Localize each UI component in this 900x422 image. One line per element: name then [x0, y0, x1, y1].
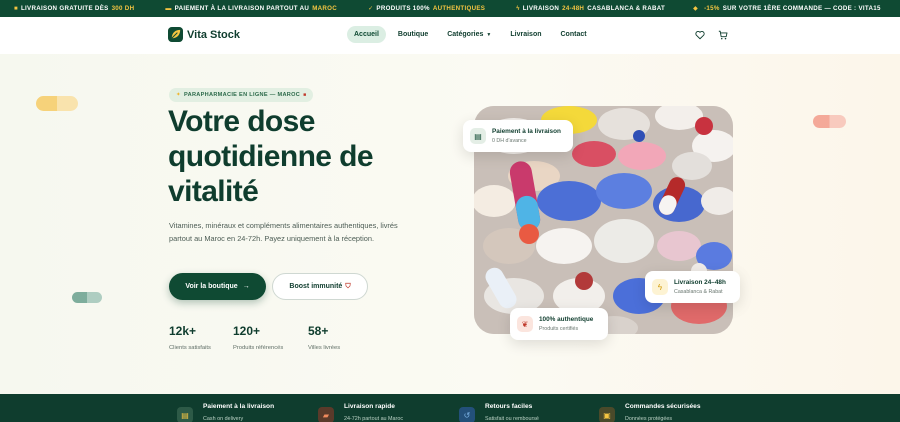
- chevron-down-icon: ▼: [486, 31, 492, 38]
- lock-icon: ▣: [599, 407, 615, 422]
- ticker-item: ✓ PRODUITS 100% AUTHENTIQUES: [368, 5, 486, 12]
- hero-title: Votre dose quotidienne de vitalité: [168, 105, 374, 208]
- return-icon: ↺: [459, 407, 475, 422]
- announcement-ticker: ■ LIVRAISON GRATUITE DÈS 300 DH ▬ PAIEMENT …: [0, 0, 900, 17]
- hero-description: Vitamines, minéraux et compléments alime…: [169, 221, 398, 243]
- payment-on-delivery-card: ▤ Paiement à la livraison 0 DH d'avance: [463, 120, 573, 152]
- check-icon: ✓: [368, 6, 374, 12]
- decorative-pill-coral: [813, 115, 846, 128]
- header-actions: [695, 30, 728, 40]
- stat-products: 120+ Produits référencés: [233, 324, 284, 351]
- decorative-pill-green: [72, 292, 102, 303]
- cash-icon: ▬: [165, 5, 172, 12]
- ticker-item: ϟ LIVRAISON 24-48H CASABLANCA & RABAT: [516, 5, 666, 12]
- main-nav: Accueil Boutique Catégories ▼ Livraison C…: [347, 26, 599, 43]
- brand-name-part1: Vita: [187, 28, 207, 41]
- feature-easy-returns: ↺ Retours faciles Satisfait ou remboursé: [459, 403, 539, 422]
- ticker-item: ◆ -15% SUR VOTRE 1ÈRE COMMANDE — CODE : VI…: [693, 5, 881, 12]
- brand-name-part2: Stock: [209, 28, 240, 41]
- leaf-logo-icon: [168, 27, 183, 42]
- nav-delivery[interactable]: Livraison: [503, 26, 548, 43]
- nav-categories-label: Catégories: [447, 31, 484, 38]
- arrow-right-icon: →: [242, 283, 250, 290]
- leaf-icon: ❦: [517, 316, 533, 332]
- stat-cities: 58+ Villes livrées: [308, 324, 341, 351]
- nav-contact[interactable]: Contact: [554, 26, 594, 43]
- fast-delivery-card: ϟ Livraison 24–48h Casablanca & Rabat: [645, 271, 740, 303]
- heart-icon[interactable]: [695, 30, 705, 40]
- authentic-products-card: ❦ 100% authentique Produits certifiés: [510, 308, 608, 340]
- morocco-flag-icon: ■: [303, 92, 307, 98]
- stat-clients: 12k+ Clients satisfaits: [169, 324, 211, 351]
- immunity-boost-button[interactable]: Boost immunité ⛉: [272, 273, 368, 300]
- nav-shop[interactable]: Boutique: [391, 26, 435, 43]
- shield-icon: ⛉: [345, 282, 351, 290]
- features-bar: ▤ Paiement à la livraison Cash on delive…: [0, 394, 900, 422]
- cash-icon: ▤: [470, 128, 486, 144]
- ticker-item: ■ LIVRAISON GRATUITE DÈS 300 DH: [14, 5, 135, 12]
- bolt-icon: ϟ: [652, 279, 668, 295]
- nav-home[interactable]: Accueil: [347, 26, 386, 43]
- feature-payment: ▤ Paiement à la livraison Cash on delive…: [177, 403, 274, 422]
- feature-fast-delivery: ▰ Livraison rapide 24-72h partout au Mar…: [318, 403, 403, 422]
- cart-icon[interactable]: [718, 30, 728, 40]
- hero-section: ✦ PARAPHARMACIE EN LIGNE — MAROC ■ Votre…: [0, 54, 900, 394]
- truck-icon: ■: [14, 5, 18, 12]
- hero-title-highlight: vitalité: [168, 175, 259, 208]
- shop-button[interactable]: Voir la boutique →: [169, 273, 266, 300]
- truck-icon: ▰: [318, 407, 334, 422]
- decorative-pill-yellow: [36, 96, 78, 111]
- sparkle-icon: ✦: [176, 92, 181, 98]
- logo[interactable]: Vita Stock: [168, 27, 240, 42]
- ticker-item: ▬ PAIEMENT À LA LIVRAISON PARTOUT AU MAROC: [165, 5, 338, 12]
- site-header: Vita Stock Accueil Boutique Catégories ▼ …: [0, 17, 900, 54]
- hero-badge: ✦ PARAPHARMACIE EN LIGNE — MAROC ■: [169, 88, 314, 102]
- feature-secure-orders: ▣ Commandes sécurisées Données protégées: [599, 403, 701, 422]
- gift-icon: ◆: [693, 6, 699, 12]
- nav-categories[interactable]: Catégories ▼: [440, 26, 498, 43]
- bolt-icon: ϟ: [516, 5, 520, 12]
- cash-icon: ▤: [177, 407, 193, 422]
